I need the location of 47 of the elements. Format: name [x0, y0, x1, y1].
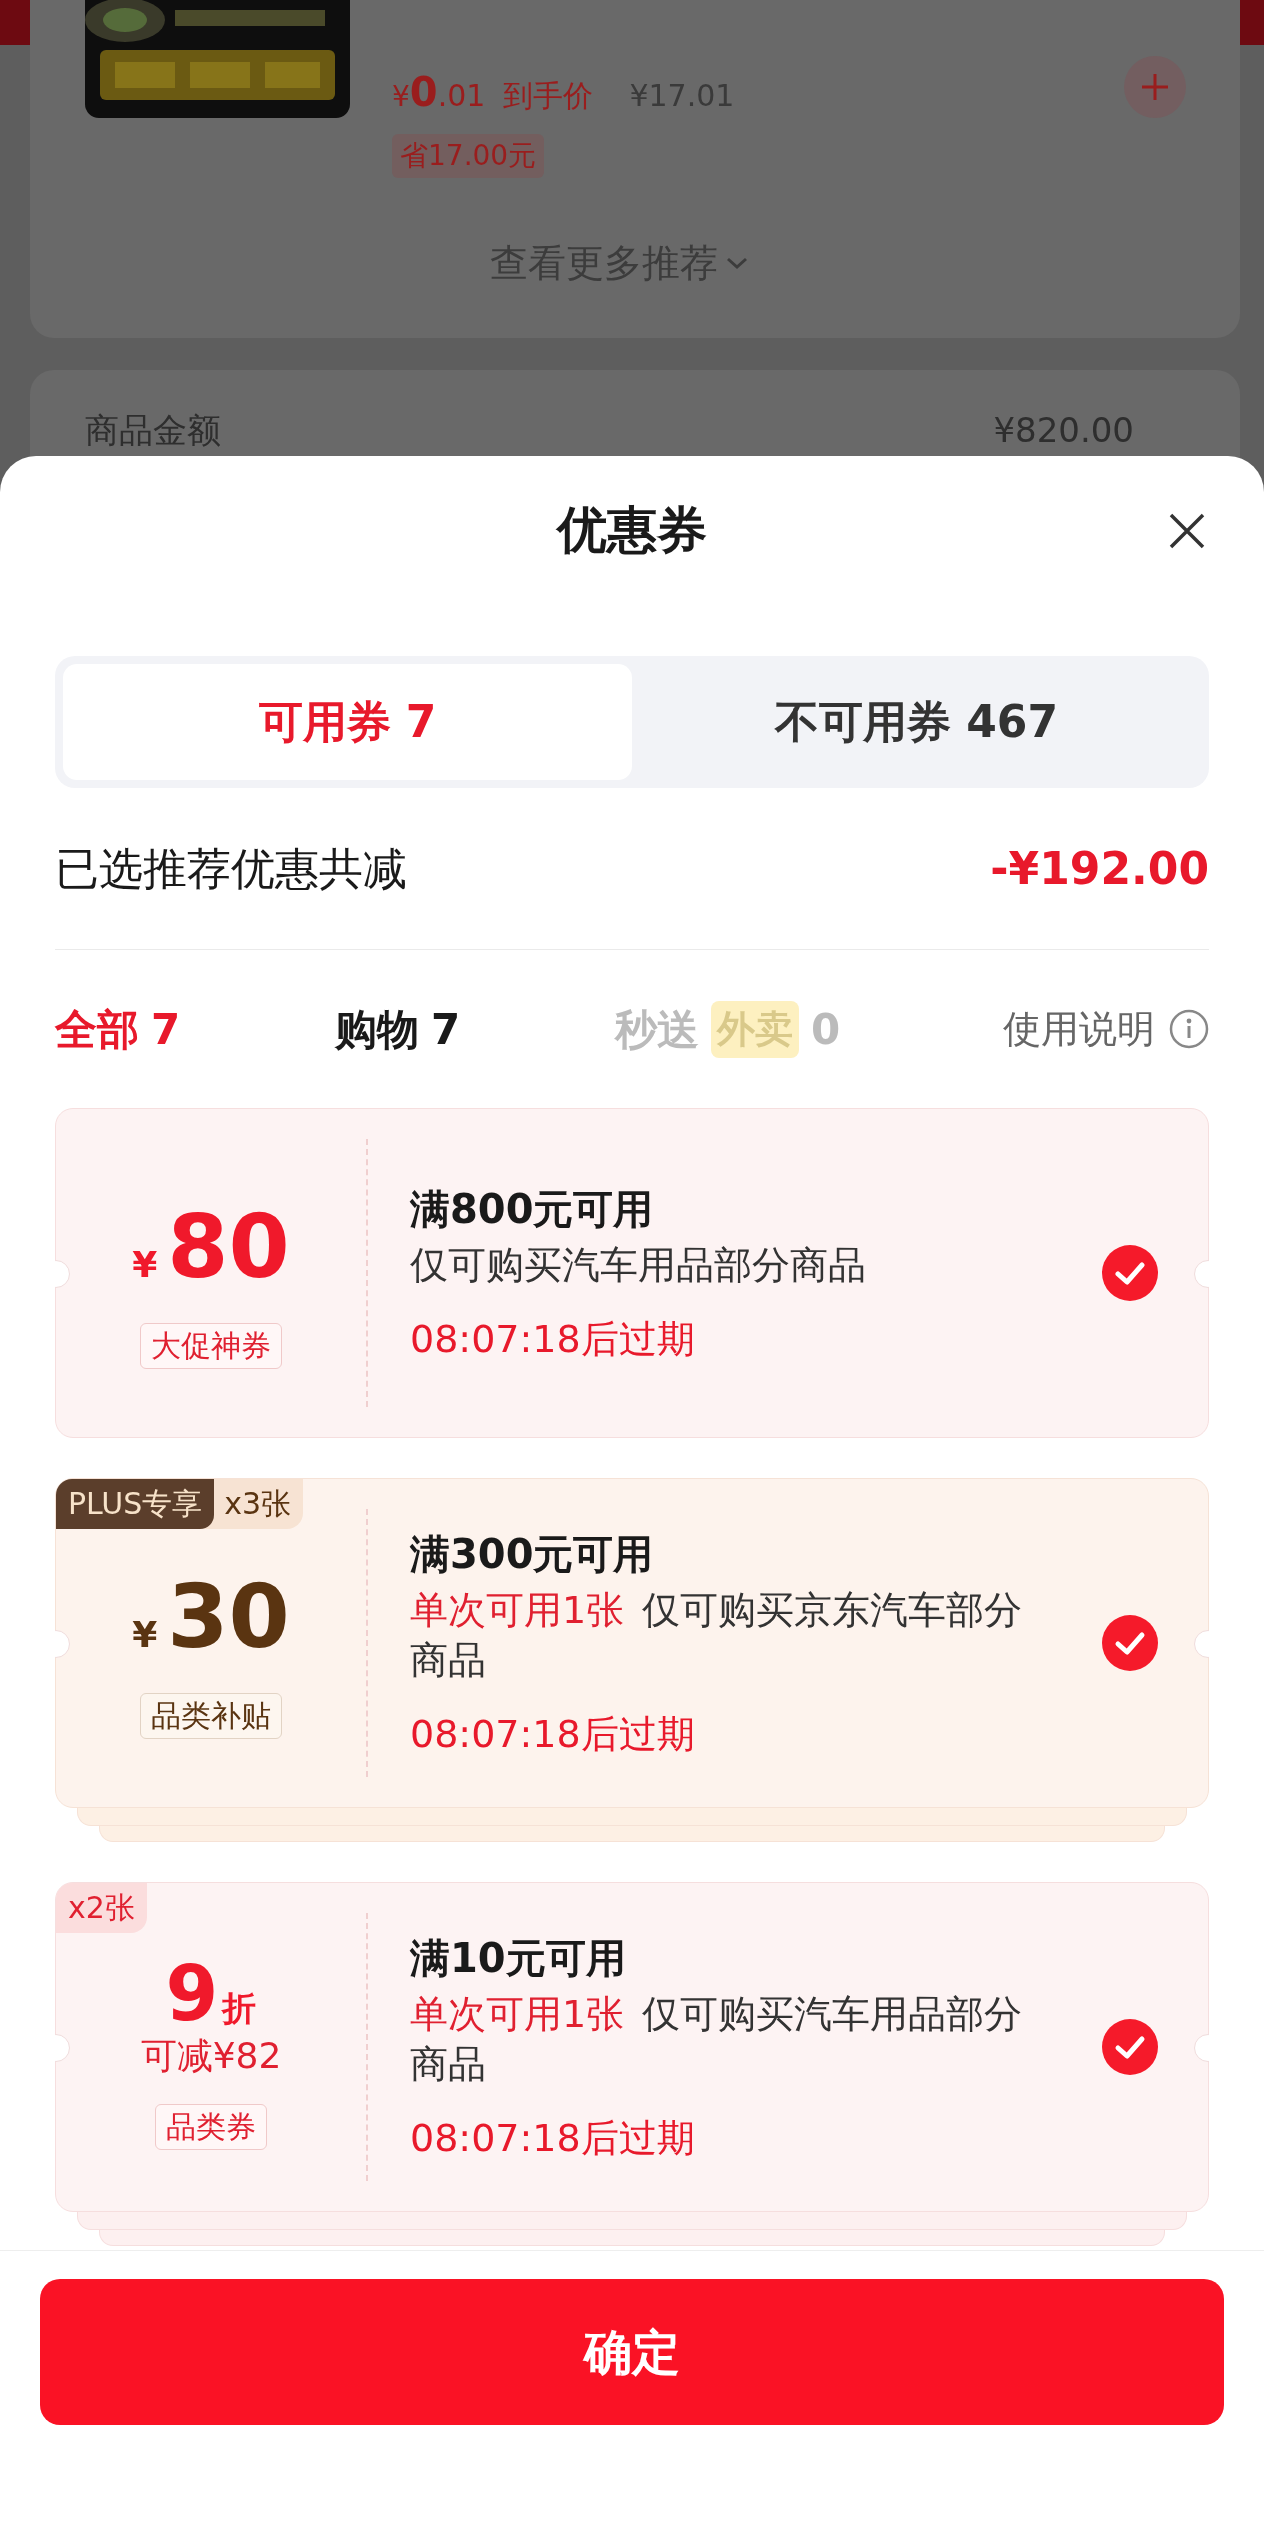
- coupon-card[interactable]: PLUS专享 x3张 ¥30 品类补贴 满300元可用 单次可用1张 仅可购买京东汽车部分商品 08:07:18后过期: [55, 1478, 1209, 1808]
- price-decimal: .01: [437, 77, 486, 115]
- summary-label: 商品金额: [85, 409, 221, 452]
- sheet-title: 优惠券: [557, 499, 707, 561]
- currency-symbol: ¥: [392, 79, 410, 115]
- checked-icon[interactable]: [1102, 2019, 1158, 2075]
- discount-unit: 折: [222, 1987, 257, 2030]
- coupon-condition: 满10元可用: [410, 1934, 627, 1983]
- expiry-countdown: 08:07:18后过期: [410, 1711, 696, 1758]
- usage-instructions-link[interactable]: 使用说明: [1003, 1000, 1209, 1058]
- total-discount-value: -¥192.00: [990, 841, 1209, 896]
- currency-symbol: ¥: [132, 1243, 158, 1287]
- coupon-tab[interactable]: 可用券 7: [63, 664, 632, 780]
- currency-symbol: ¥: [132, 1613, 158, 1657]
- coupon-type-tag: 品类券: [155, 2104, 267, 2150]
- filter-tab[interactable]: 购物 7: [335, 997, 615, 1061]
- confirm-button[interactable]: 确定: [40, 2279, 1224, 2425]
- coupon-description: 单次可用1张 仅可购买汽车用品部分商品: [410, 1991, 1024, 2088]
- coupon-card[interactable]: ¥80 大促神券 满800元可用 仅可购买汽车用品部分商品 08:07:18后过期: [55, 1108, 1209, 1438]
- coupon-card[interactable]: x2张 9 折 可减¥82 品类券 满10元可用 单次可用1张 仅可购买汽车用品部分商品 08:07:18后过期: [55, 1882, 1209, 2212]
- coupon-condition: 满300元可用: [410, 1530, 655, 1579]
- info-icon: [1169, 1009, 1209, 1049]
- membership-badge: PLUS专享: [56, 1479, 215, 1529]
- discount-savings: 可减¥82: [140, 2034, 282, 2078]
- filter-tab[interactable]: 全部 7: [55, 997, 335, 1061]
- coupon-type-tag: 大促神券: [140, 1323, 282, 1369]
- discount-value: 9: [165, 1954, 219, 2034]
- plus-icon: [1140, 72, 1170, 102]
- coupon-tab[interactable]: 不可用券 467: [632, 664, 1201, 780]
- checked-icon[interactable]: [1102, 1245, 1158, 1301]
- close-icon: [1169, 513, 1205, 549]
- price-label: 到手价: [503, 77, 594, 115]
- coupon-description: 仅可购买汽车用品部分商品: [410, 1242, 867, 1289]
- coupon-amount: 30: [167, 1567, 290, 1667]
- expiry-countdown: 08:07:18后过期: [410, 2115, 696, 2162]
- expiry-countdown: 08:07:18后过期: [410, 1316, 696, 1363]
- summary-value: ¥820.00: [993, 409, 1134, 452]
- total-discount-label: 已选推荐优惠共减: [55, 841, 407, 896]
- saving-tag: 省17.00元: [392, 134, 545, 178]
- coupon-amount: 80: [167, 1197, 290, 1297]
- coupon-condition: 满800元可用: [410, 1185, 655, 1234]
- checked-icon[interactable]: [1102, 1615, 1158, 1671]
- quantity-badge: x2张: [56, 1883, 147, 1933]
- chevron-down-icon: [726, 256, 748, 270]
- coupon-type-tag: 品类补贴: [140, 1693, 282, 1739]
- price-integer: 0: [409, 68, 438, 117]
- coupon-description: 单次可用1张 仅可购买京东汽车部分商品: [410, 1587, 1024, 1684]
